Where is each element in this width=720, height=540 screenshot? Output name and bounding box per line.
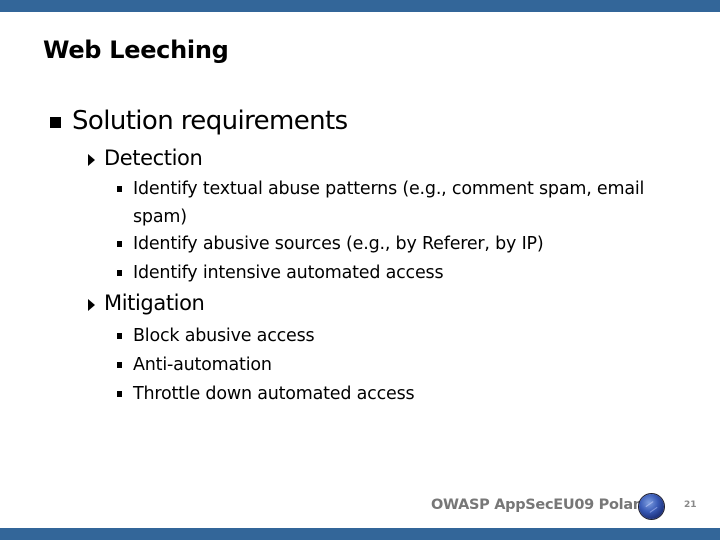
- bottom-bar: [0, 528, 720, 540]
- list-item: Anti-automation: [117, 351, 697, 379]
- small-square-bullet-icon: [117, 333, 122, 339]
- triangle-bullet-icon: [88, 299, 95, 311]
- item-text: Identify abusive sources (e.g., by Refer…: [133, 234, 544, 254]
- item-text: Identify intensive automated access: [133, 263, 444, 283]
- slide-title: Web Leeching: [43, 36, 229, 64]
- footer-conference-text: OWASP AppSecEU09 Poland: [431, 497, 653, 513]
- item-text: Anti-automation: [133, 355, 272, 375]
- small-square-bullet-icon: [117, 362, 122, 368]
- owasp-globe-icon: [639, 494, 664, 519]
- list-item: Identify intensive automated access: [117, 259, 697, 287]
- small-square-bullet-icon: [117, 241, 122, 247]
- small-square-bullet-icon: [117, 186, 122, 192]
- bullet-text: Detection: [104, 146, 203, 170]
- bullet-text: Solution requirements: [72, 106, 348, 136]
- item-text: Throttle down automated access: [133, 384, 415, 404]
- list-item: Block abusive access: [117, 322, 697, 350]
- small-square-bullet-icon: [117, 391, 122, 397]
- triangle-bullet-icon: [88, 154, 95, 166]
- list-item: Throttle down automated access: [117, 380, 697, 408]
- list-item: Identify textual abuse patterns (e.g., c…: [117, 175, 697, 231]
- item-text: Block abusive access: [133, 326, 315, 346]
- page-number: 21: [684, 500, 697, 510]
- small-square-bullet-icon: [117, 270, 122, 276]
- list-item: Identify abusive sources (e.g., by Refer…: [117, 230, 697, 258]
- top-bar: [0, 0, 720, 12]
- bullet-text: Mitigation: [104, 291, 205, 315]
- square-bullet-icon: [50, 117, 61, 128]
- item-text: Identify textual abuse patterns (e.g., c…: [133, 179, 645, 227]
